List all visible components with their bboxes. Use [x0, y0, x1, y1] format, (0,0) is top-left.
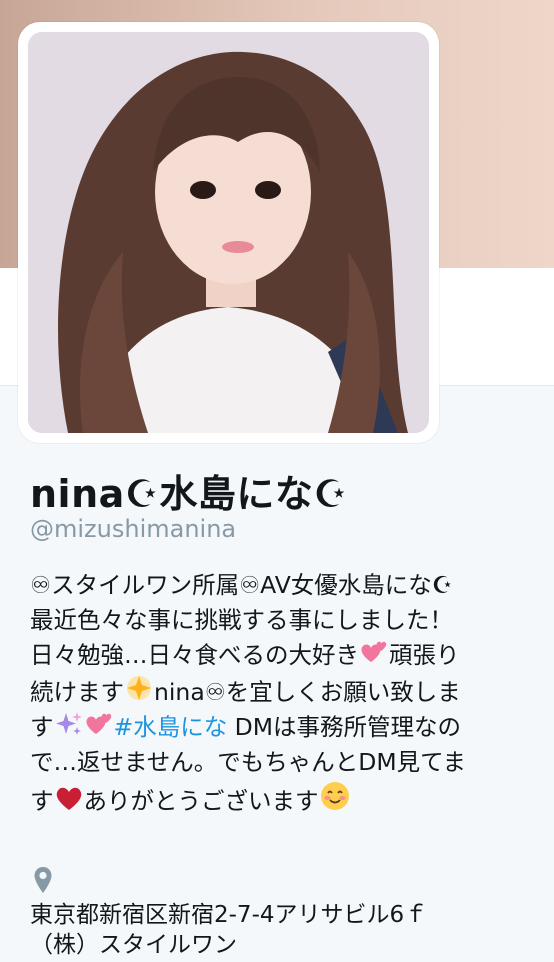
location-pin-icon: [34, 867, 52, 893]
profile-location: 東京都新宿区新宿2-7-4アリサビル6ｆ （株）スタイルワン: [30, 900, 540, 960]
profile-bio: ♾スタイルワン所属♾AV女優水島にな☪ 最近色々な事に挑戦する事にしました！ 日…: [30, 568, 540, 819]
bio-line: 日々勉強…日々食べるの大好き 頑張り: [30, 638, 540, 673]
smiling-face-emoji: [320, 782, 349, 810]
bio-text: ありがとうございます: [83, 787, 319, 815]
bio-line: 続けます nina♾を宜しくお願い致しま: [30, 673, 540, 710]
bio-text: す: [30, 787, 54, 815]
profile-screen-name[interactable]: @mizushimanina: [30, 515, 236, 543]
bio-line: 最近色々な事に挑戦する事にしました！: [30, 606, 453, 634]
sparkles-emoji: [55, 712, 82, 735]
bio-text: 続けます: [30, 678, 124, 706]
bio-text: nina♾を宜しくお願い致しま: [154, 678, 461, 706]
profile-display-name[interactable]: nina☪水島にな☪: [30, 463, 348, 518]
two-hearts-emoji: [86, 713, 111, 734]
glowing-star-emoji: [127, 676, 151, 700]
hashtag-link[interactable]: #水島にな: [114, 713, 228, 741]
bio-line: す ありがとうございます: [30, 780, 540, 819]
red-heart-emoji: [56, 787, 81, 810]
bio-text: DMは事務所管理なの: [227, 713, 462, 741]
bio-line: す #水島にな DMは事務所管理なの: [30, 710, 540, 745]
bio-text: 日々勉強…日々食べるの大好き: [30, 641, 359, 669]
location-line: （株）スタイルワン: [30, 932, 237, 958]
two-hearts-emoji: [361, 641, 387, 662]
profile-avatar[interactable]: [28, 32, 429, 433]
bio-line: で…返せません。でもちゃんとDM見てま: [30, 748, 466, 776]
location-line: 東京都新宿区新宿2-7-4アリサビル6ｆ: [30, 902, 428, 928]
bio-text: す: [30, 713, 54, 741]
profile-avatar-frame[interactable]: [18, 22, 439, 443]
bio-line: ♾スタイルワン所属♾AV女優水島にな☪: [30, 571, 453, 599]
bio-text: 頑張り: [389, 641, 460, 669]
